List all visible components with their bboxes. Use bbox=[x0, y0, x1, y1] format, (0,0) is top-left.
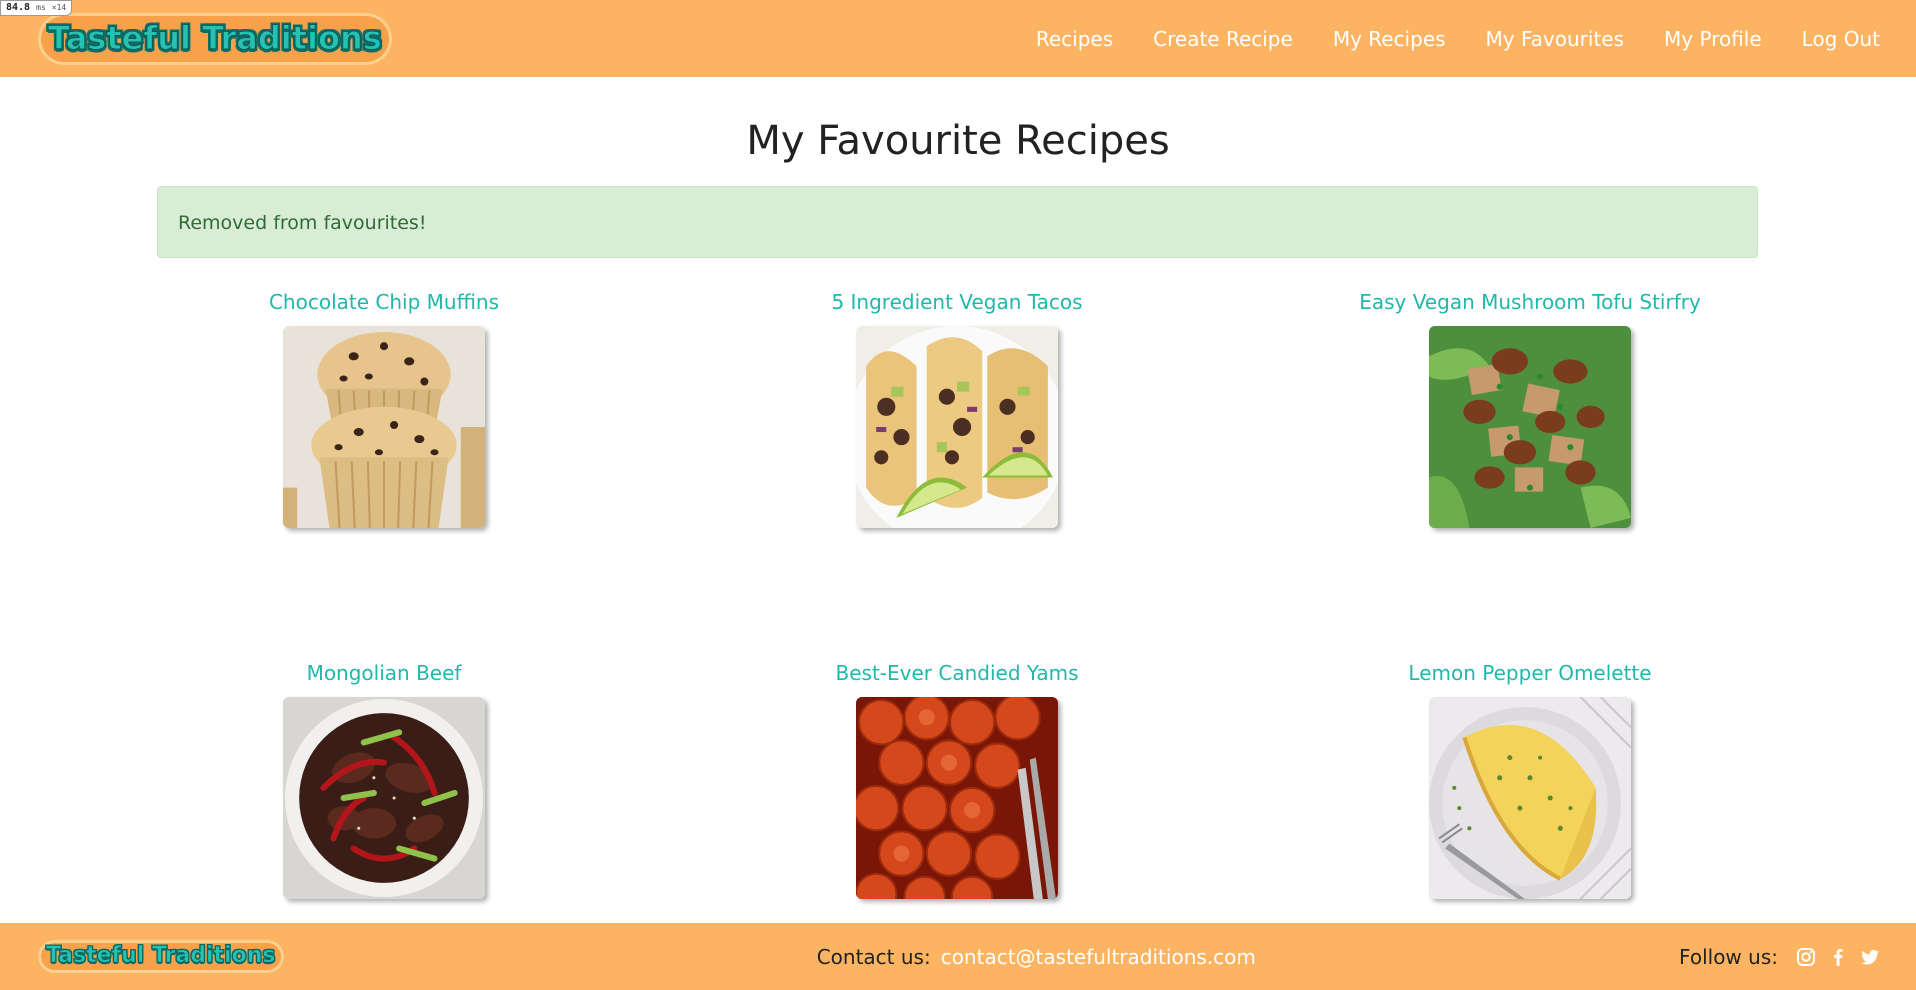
nav-link-create-recipe[interactable]: Create Recipe bbox=[1153, 27, 1293, 51]
social-links bbox=[1796, 947, 1880, 967]
recipe-title-link[interactable]: Easy Vegan Mushroom Tofu Stirfry bbox=[1320, 290, 1740, 314]
yams-illustration bbox=[856, 697, 1058, 899]
contact-info: Contact us: contact@tastefultraditions.c… bbox=[817, 945, 1256, 969]
footer: Tasteful Traditions Contact us: contact@… bbox=[0, 923, 1916, 990]
perf-timing: 84.8 bbox=[6, 2, 31, 13]
twitter-icon[interactable] bbox=[1860, 947, 1880, 967]
muffins-photo[interactable] bbox=[283, 326, 485, 528]
brand-logo[interactable]: Tasteful Traditions bbox=[38, 12, 392, 65]
nav-link-my-recipes[interactable]: My Recipes bbox=[1333, 27, 1446, 51]
footer-logo-text: Tasteful Traditions bbox=[46, 943, 276, 969]
yams-photo[interactable] bbox=[856, 697, 1058, 899]
muffins-illustration bbox=[283, 326, 485, 528]
nav-link-log-out[interactable]: Log Out bbox=[1802, 27, 1880, 51]
recipe-title-link[interactable]: Best-Ever Candied Yams bbox=[747, 661, 1167, 685]
follow-section: Follow us: bbox=[1679, 945, 1880, 969]
tacos-illustration bbox=[856, 326, 1058, 528]
recipe-card: Mongolian Beef bbox=[174, 661, 594, 899]
recipe-title-link[interactable]: Mongolian Beef bbox=[174, 661, 594, 685]
perf-count: ×14 bbox=[51, 3, 67, 12]
brand-logo-text: Tasteful Traditions bbox=[48, 18, 383, 57]
footer-logo[interactable]: Tasteful Traditions bbox=[38, 940, 284, 973]
recipe-card: Lemon Pepper Omelette bbox=[1320, 661, 1740, 899]
tacos-photo[interactable] bbox=[856, 326, 1058, 528]
contact-label: Contact us: bbox=[816, 944, 931, 969]
beef-photo[interactable] bbox=[283, 697, 485, 899]
omelette-photo[interactable] bbox=[1429, 697, 1631, 899]
recipe-title-link[interactable]: 5 Ingredient Vegan Tacos bbox=[747, 290, 1167, 314]
page-title: My Favourite Recipes bbox=[746, 118, 1170, 164]
perf-badge: 84.8 ms ×14 bbox=[0, 0, 73, 16]
recipe-card: Best-Ever Candied Yams bbox=[747, 661, 1167, 899]
recipe-title-link[interactable]: Lemon Pepper Omelette bbox=[1320, 661, 1740, 685]
nav-links: Recipes Create Recipe My Recipes My Favo… bbox=[1036, 27, 1880, 51]
instagram-icon[interactable] bbox=[1796, 947, 1816, 967]
nav-link-my-favourites[interactable]: My Favourites bbox=[1486, 27, 1624, 51]
recipe-card: Chocolate Chip Muffins bbox=[174, 290, 594, 528]
recipe-title-link[interactable]: Chocolate Chip Muffins bbox=[174, 290, 594, 314]
facebook-icon[interactable] bbox=[1828, 947, 1848, 967]
nav-link-recipes[interactable]: Recipes bbox=[1036, 27, 1113, 51]
contact-email-link[interactable]: contact@tastefultraditions.com bbox=[941, 945, 1256, 969]
perf-unit: ms bbox=[36, 3, 46, 12]
omelette-illustration bbox=[1429, 697, 1631, 899]
stirfry-illustration bbox=[1429, 326, 1631, 528]
follow-label: Follow us: bbox=[1679, 944, 1778, 969]
recipe-card: 5 Ingredient Vegan Tacos bbox=[747, 290, 1167, 528]
stirfry-photo[interactable] bbox=[1429, 326, 1631, 528]
navbar: Tasteful Traditions Recipes Create Recip… bbox=[0, 0, 1916, 77]
beef-illustration bbox=[283, 697, 485, 899]
success-alert: Removed from favourites! bbox=[157, 186, 1758, 258]
recipe-card: Easy Vegan Mushroom Tofu Stirfry bbox=[1320, 290, 1740, 528]
nav-link-my-profile[interactable]: My Profile bbox=[1664, 27, 1762, 51]
